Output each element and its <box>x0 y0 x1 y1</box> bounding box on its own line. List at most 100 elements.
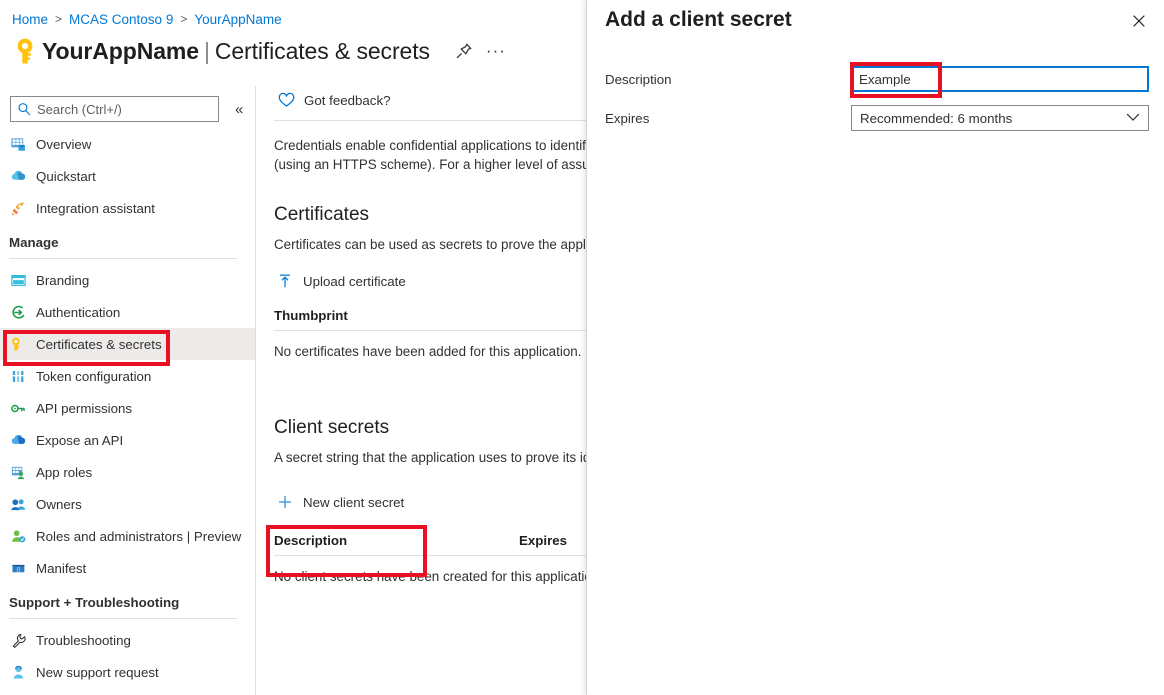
feedback-divider <box>274 120 586 121</box>
sidebar-item-label: Owners <box>36 496 82 512</box>
client-secrets-command-bar: New client secret <box>256 487 586 517</box>
certificates-section-description: Certificates can be used as secrets to p… <box>274 237 586 252</box>
sidebar-item-label: Roles and administrators | Preview <box>36 528 242 544</box>
sidebar-item-label: Manifest <box>36 560 87 576</box>
credentials-intro-line1: Credentials enable confidential applicat… <box>274 138 586 153</box>
page-title-separator: | <box>203 37 210 64</box>
sidebar-item-label: Certificates & secrets <box>36 336 162 352</box>
support-person-icon <box>9 663 27 681</box>
sidebar-item-overview[interactable]: Overview <box>0 128 255 160</box>
sidebar-nav: Overview Quickstart Integration assistan… <box>0 128 255 688</box>
client-secrets-section-description: A secret string that the application use… <box>274 450 586 465</box>
close-icon[interactable] <box>1128 10 1150 32</box>
sidebar-group-divider <box>9 618 237 619</box>
sidebar-item-label: Token configuration <box>36 368 152 384</box>
new-client-secret-label: New client secret <box>303 494 405 510</box>
page-title-section: Certificates & secrets <box>214 37 430 64</box>
search-input[interactable] <box>37 101 212 117</box>
chevron-down-icon <box>1126 112 1140 125</box>
credentials-intro: Credentials enable confidential applicat… <box>256 136 586 174</box>
add-client-secret-panel: Add a client secret Description Expires … <box>586 0 1164 695</box>
sidebar-group-manage: Manage <box>0 224 255 254</box>
search-box[interactable] <box>10 96 219 122</box>
sidebar-search-row: « <box>10 96 243 122</box>
breadcrumb-item-tenant[interactable]: MCAS Contoso 9 <box>69 12 173 27</box>
sidebar-item-label: Expose an API <box>36 432 124 448</box>
sidebar-item-certificates-and-secrets[interactable]: Certificates & secrets <box>0 328 255 360</box>
got-feedback-label: Got feedback? <box>304 92 391 108</box>
sidebar-item-authentication[interactable]: Authentication <box>0 296 255 328</box>
sidebar-item-new-support-request[interactable]: New support request <box>0 656 255 688</box>
upload-arrow-icon <box>276 273 293 290</box>
breadcrumb-item-app[interactable]: YourAppName <box>194 12 281 27</box>
ellipsis-icon[interactable]: ··· <box>486 42 506 59</box>
sidebar-item-label: Branding <box>36 272 90 288</box>
description-label: Description <box>605 71 672 87</box>
sidebar-item-label: Overview <box>36 136 92 152</box>
description-field-row: Description <box>605 66 1151 92</box>
pin-icon[interactable] <box>454 41 474 61</box>
client-secrets-table-rule <box>274 555 586 556</box>
cloud-api-icon <box>9 431 27 449</box>
key-icon <box>12 36 38 66</box>
svg-text:{}: {} <box>16 566 20 572</box>
page-title-app: YourAppName <box>42 37 199 64</box>
manifest-icon: {} <box>9 559 27 577</box>
sidebar-item-app-roles[interactable]: App roles <box>0 456 255 488</box>
plus-icon <box>276 494 293 511</box>
panel-title: Add a client secret <box>605 8 792 31</box>
sidebar-item-integration-assistant[interactable]: Integration assistant <box>0 192 255 224</box>
sidebar-item-roles-and-administrators[interactable]: Roles and administrators | Preview <box>0 520 255 552</box>
client-secrets-section-title: Client secrets <box>274 417 390 438</box>
heart-icon <box>278 92 295 108</box>
certificates-command-bar: Upload certificate <box>256 266 586 296</box>
sidebar-item-manifest[interactable]: {} Manifest <box>0 552 255 584</box>
sidebar-item-branding[interactable]: Branding <box>0 264 255 296</box>
expires-field-row: Expires Recommended: 6 months <box>605 105 1151 131</box>
certificates-empty-message: No certificates have been added for this… <box>274 344 582 359</box>
certificates-table-rule <box>274 330 586 331</box>
client-secrets-table-header: Description Expires <box>256 527 586 553</box>
client-secrets-empty-message: No client secrets have been created for … <box>274 569 586 584</box>
sidebar-item-troubleshooting[interactable]: Troubleshooting <box>0 624 255 656</box>
sidebar-item-quickstart[interactable]: Quickstart <box>0 160 255 192</box>
app-roles-icon <box>9 463 27 481</box>
breadcrumb-item-home[interactable]: Home <box>12 12 48 27</box>
sidebar-group-label: Manage <box>9 235 59 250</box>
sidebar-item-label: App roles <box>36 464 93 480</box>
upload-certificate-button[interactable]: Upload certificate <box>274 270 412 293</box>
sidebar-item-expose-an-api[interactable]: Expose an API <box>0 424 255 456</box>
column-header-description: Description <box>274 532 348 548</box>
expires-dropdown[interactable]: Recommended: 6 months <box>851 105 1149 131</box>
main-content: Got feedback? Credentials enable confide… <box>256 86 586 584</box>
upload-certificate-label: Upload certificate <box>303 273 406 289</box>
grid-overview-icon <box>9 135 27 153</box>
sidebar-item-api-permissions[interactable]: API permissions <box>0 392 255 424</box>
breadcrumb: Home > MCAS Contoso 9 > YourAppName <box>12 8 282 30</box>
sidebar-item-token-configuration[interactable]: Token configuration <box>0 360 255 392</box>
roles-admin-icon <box>9 527 27 545</box>
chevron-double-left-icon[interactable]: « <box>235 102 243 117</box>
sidebar-item-label: New support request <box>36 664 159 680</box>
sidebar-group-support: Support + Troubleshooting <box>0 584 255 614</box>
page-title: YourAppName | Certificates & secrets <box>42 38 430 65</box>
expires-selected-value: Recommended: 6 months <box>860 110 1013 126</box>
new-client-secret-button[interactable]: New client secret <box>274 491 410 514</box>
description-input[interactable] <box>851 66 1149 92</box>
owners-people-icon <box>9 495 27 513</box>
expires-label: Expires <box>605 110 650 126</box>
search-icon <box>17 102 31 116</box>
sidebar-item-owners[interactable]: Owners <box>0 488 255 520</box>
branding-window-icon <box>9 271 27 289</box>
app-registration-blade: Home > MCAS Contoso 9 > YourAppName Your… <box>0 0 586 695</box>
page-header: YourAppName | Certificates & secrets ··· <box>12 34 506 68</box>
column-header-expires: Expires <box>519 532 568 548</box>
authentication-arrow-icon <box>9 303 27 321</box>
azure-portal-screen: Home > MCAS Contoso 9 > YourAppName Your… <box>0 0 1164 695</box>
got-feedback-button[interactable]: Got feedback? <box>256 86 586 114</box>
sidebar-item-label: Quickstart <box>36 168 96 184</box>
sidebar-item-label: Troubleshooting <box>36 632 131 648</box>
key-icon <box>9 335 27 353</box>
token-bars-icon <box>9 367 27 385</box>
sidebar-item-label: Integration assistant <box>36 200 156 216</box>
